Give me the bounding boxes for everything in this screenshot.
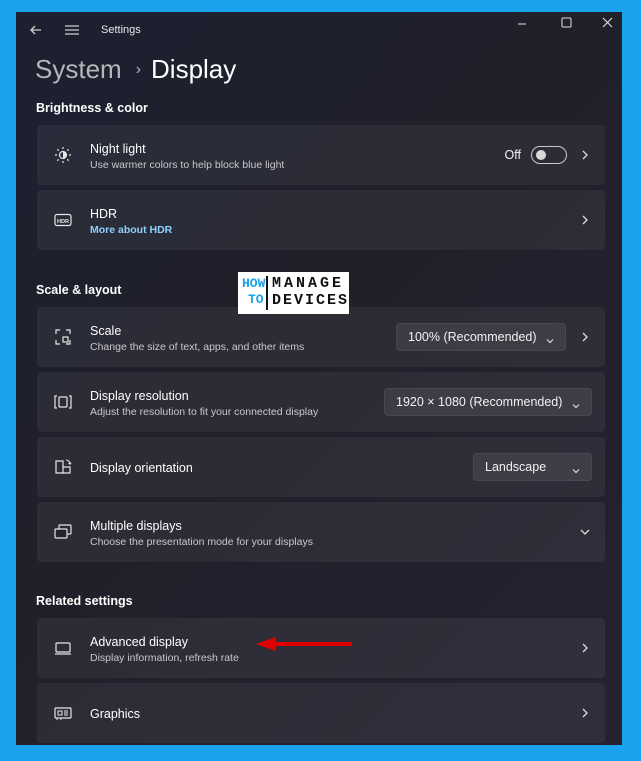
chevron-right-icon <box>579 331 591 343</box>
chevron-down-icon <box>571 398 581 409</box>
settings-window: Settings System › Display Brightness & col… <box>16 12 622 745</box>
hdr-card[interactable]: HDR HDR More about HDR <box>37 190 605 250</box>
multiple-displays-card[interactable]: Multiple displays Choose the presentatio… <box>37 502 605 562</box>
annotation-arrow-icon <box>254 636 354 652</box>
night-light-title: Night light <box>90 142 146 156</box>
chevron-down-icon <box>545 333 555 344</box>
night-light-card[interactable]: Night light Use warmer colors to help bl… <box>37 125 605 185</box>
display-resolution-title: Display resolution <box>90 389 189 403</box>
scale-dropdown[interactable]: 100% (Recommended) <box>396 323 566 351</box>
chevron-right-icon <box>579 214 591 226</box>
scale-icon <box>53 327 73 347</box>
graphics-title: Graphics <box>90 707 141 721</box>
watermark-manage: MANAGE <box>272 275 345 292</box>
hdr-icon: HDR <box>53 210 73 230</box>
orientation-dropdown-value: Landscape <box>485 460 547 474</box>
close-icon[interactable] <box>598 16 618 36</box>
graphics-icon <box>53 703 73 723</box>
page-title: Display <box>151 54 237 84</box>
multiple-displays-description: Choose the presentation mode for your di… <box>90 536 313 548</box>
night-light-description: Use warmer colors to help block blue lig… <box>90 159 285 171</box>
section-brightness-color: Brightness & color <box>36 101 148 115</box>
hdr-more-link[interactable]: More about HDR <box>90 224 172 236</box>
back-arrow-icon[interactable] <box>26 20 46 40</box>
display-orientation-card[interactable]: Display orientation Landscape <box>37 437 605 497</box>
chevron-right-icon <box>579 642 591 654</box>
hamburger-menu-icon[interactable] <box>62 20 82 40</box>
maximize-icon[interactable] <box>556 16 576 36</box>
resolution-icon <box>53 392 73 412</box>
title-bar: Settings <box>16 12 622 48</box>
scale-card[interactable]: Scale Change the size of text, apps, and… <box>37 307 605 367</box>
night-light-toggle[interactable] <box>531 146 567 164</box>
multiple-displays-title: Multiple displays <box>90 519 182 533</box>
window-title: Settings <box>101 24 141 36</box>
monitor-icon <box>53 638 73 658</box>
orientation-dropdown[interactable]: Landscape <box>473 453 592 481</box>
scale-description: Change the size of text, apps, and other… <box>90 341 305 353</box>
watermark-to: TO <box>248 292 264 307</box>
display-resolution-card[interactable]: Display resolution Adjust the resolution… <box>37 372 605 432</box>
watermark-divider <box>266 276 268 310</box>
display-orientation-title: Display orientation <box>90 461 193 475</box>
hdr-title: HDR <box>90 207 118 221</box>
resolution-dropdown[interactable]: 1920 × 1080 (Recommended) <box>384 388 592 416</box>
multiple-displays-icon <box>53 522 73 542</box>
orientation-icon <box>53 457 73 477</box>
graphics-card[interactable]: Graphics <box>37 683 605 743</box>
scale-title: Scale <box>90 324 122 338</box>
watermark-how: HOW <box>242 276 266 291</box>
breadcrumb: System › Display <box>35 52 236 86</box>
display-resolution-description: Adjust the resolution to fit your connec… <box>90 406 319 418</box>
toggle-knob <box>536 150 546 160</box>
chevron-right-icon <box>579 707 591 719</box>
night-light-toggle-label: Off <box>504 148 521 162</box>
chevron-right-icon <box>579 149 591 161</box>
breadcrumb-separator: › <box>135 61 142 78</box>
svg-text:HDR: HDR <box>57 219 69 225</box>
resolution-dropdown-value: 1920 × 1080 (Recommended) <box>396 395 563 409</box>
chevron-down-icon <box>571 463 581 474</box>
breadcrumb-parent[interactable]: System <box>35 54 122 84</box>
advanced-display-description: Display information, refresh rate <box>90 652 239 664</box>
scale-dropdown-value: 100% (Recommended) <box>408 330 537 344</box>
minimize-icon[interactable] <box>512 16 532 36</box>
chevron-down-icon[interactable] <box>579 526 591 538</box>
section-scale-layout: Scale & layout <box>36 283 122 297</box>
brightness-icon <box>53 145 73 165</box>
section-related-settings: Related settings <box>36 594 133 608</box>
advanced-display-title: Advanced display <box>90 635 188 649</box>
